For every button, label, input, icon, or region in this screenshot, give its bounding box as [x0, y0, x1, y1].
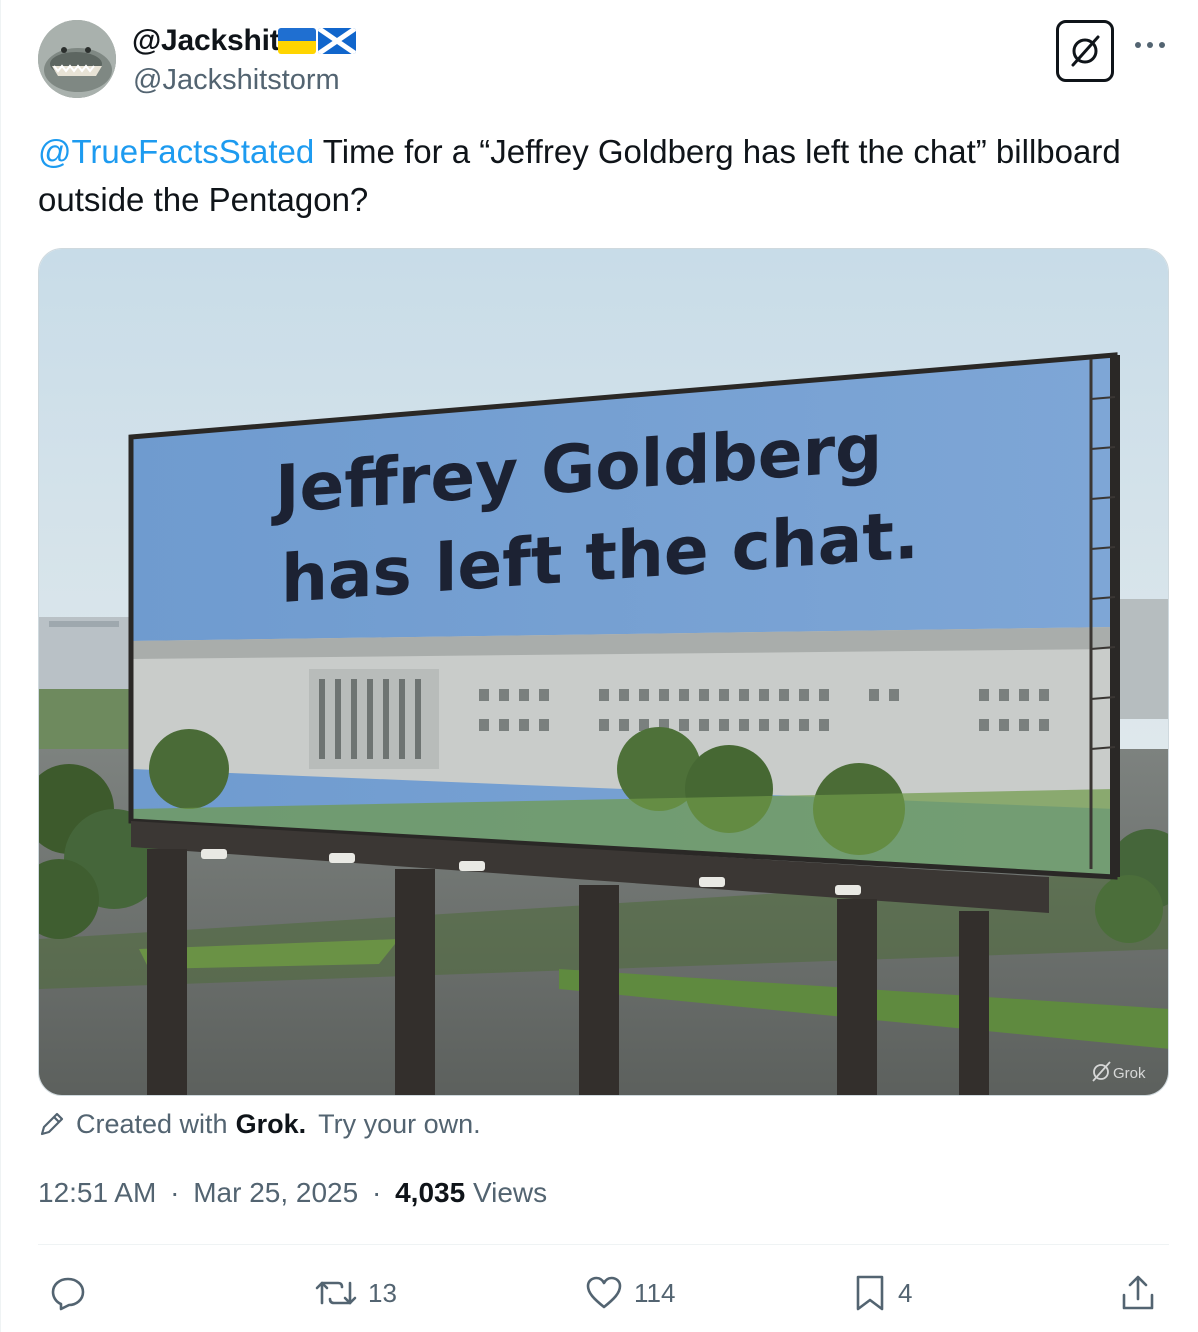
reply-icon: [51, 1277, 85, 1311]
retweet-icon: [315, 1281, 357, 1305]
tweet-date[interactable]: Mar 25, 2025: [193, 1177, 358, 1208]
reply-button[interactable]: [48, 1268, 98, 1318]
share-icon: [1122, 1275, 1154, 1310]
tweet-card: @Jackshit @Jackshitstorm @TrueFactsState…: [0, 0, 1198, 1332]
try-your-own-link[interactable]: Try your own.: [318, 1109, 481, 1140]
grok-button[interactable]: [1056, 20, 1114, 82]
retweet-button[interactable]: 13: [314, 1268, 397, 1318]
more-options-button[interactable]: [1130, 30, 1170, 60]
created-with-label: Created with: [76, 1108, 228, 1139]
like-button[interactable]: 114: [584, 1268, 675, 1318]
timeline-border: [0, 0, 1, 1332]
mention-link[interactable]: @TrueFactsStated: [38, 133, 314, 170]
tweet-meta: 12:51 AM · Mar 25, 2025 · 4,035 Views: [38, 1177, 548, 1208]
scotland-flag-icon: [318, 28, 356, 54]
grok-brand-label: Grok.: [235, 1108, 307, 1139]
bookmark-count: 4: [898, 1277, 913, 1308]
share-button[interactable]: [1118, 1268, 1158, 1318]
flag-emojis: [278, 28, 356, 54]
views-count: 4,035: [395, 1177, 466, 1208]
like-count: 114: [634, 1277, 676, 1308]
avatar[interactable]: [38, 20, 116, 98]
bookmark-icon: [856, 1275, 884, 1311]
tweet-text: @TrueFactsStated Time for a “Jeffrey Gol…: [38, 128, 1138, 224]
grok-watermark: Grok: [1092, 1061, 1146, 1082]
pencil-icon: [38, 1109, 68, 1139]
avatar-alligator-image: [38, 20, 116, 98]
author-handle[interactable]: @Jackshitstorm: [133, 62, 340, 98]
svg-text:Grok: Grok: [1113, 1065, 1146, 1082]
tweet-media-image[interactable]: Jeffrey Goldberg has left the chat. Grok: [38, 248, 1169, 1096]
grok-slash-circle-icon: [1071, 35, 1100, 67]
retweet-count: 13: [368, 1277, 397, 1308]
ukraine-flag-icon: [278, 28, 316, 54]
display-name[interactable]: @Jackshit: [132, 22, 280, 60]
more-dots-icon: [1135, 42, 1141, 48]
views-label: Views: [472, 1177, 548, 1208]
action-bar: 13 114 4: [0, 1268, 1198, 1318]
bookmark-button[interactable]: 4: [852, 1268, 912, 1318]
divider: [38, 1244, 1169, 1245]
tweet-time[interactable]: 12:51 AM: [38, 1177, 156, 1208]
billboard-photo: Jeffrey Goldberg has left the chat. Grok: [39, 249, 1168, 1095]
created-with-grok: Created with Grok. Try your own.: [38, 1106, 481, 1142]
heart-icon: [586, 1276, 622, 1309]
